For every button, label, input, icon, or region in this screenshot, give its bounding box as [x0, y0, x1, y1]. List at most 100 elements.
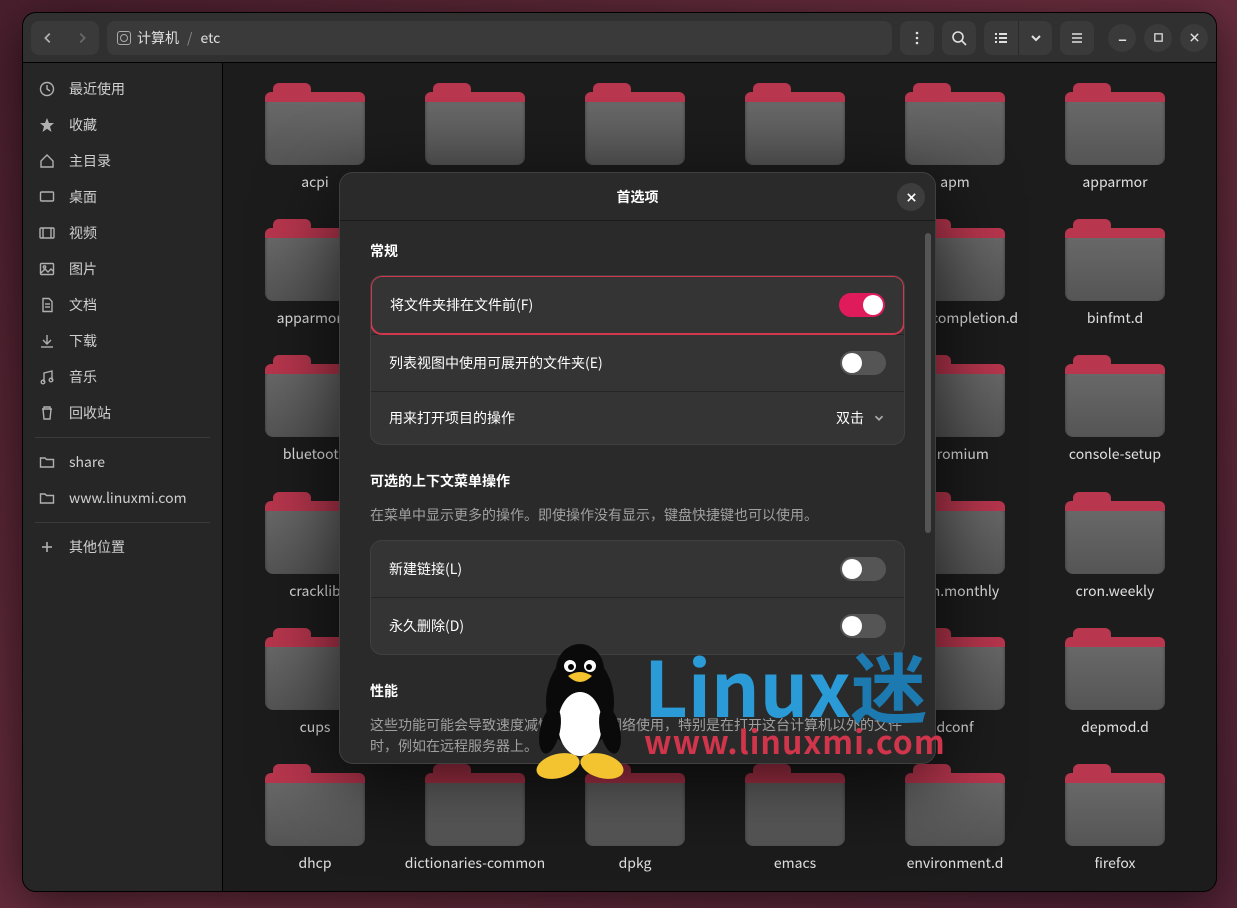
pref-create-link[interactable]: 新建链接(L)	[371, 541, 904, 597]
folder-item[interactable]: firefox	[1039, 764, 1191, 872]
pref-label: 新建链接(L)	[389, 559, 462, 579]
folder-label: environment.d	[907, 854, 1004, 872]
pref-group-general: 将文件夹排在文件前(F) 列表视图中使用可展开的文件夹(E) 用来打开项目的操作…	[370, 275, 905, 445]
folder-item[interactable]: cron.weekly	[1039, 492, 1191, 600]
minimize-button[interactable]	[1108, 24, 1136, 52]
section-title-context: 可选的上下文菜单操作	[370, 471, 905, 491]
folder-label: bluetooth	[283, 445, 347, 463]
close-button[interactable]	[897, 183, 925, 211]
pref-label: 用来打开项目的操作	[389, 408, 515, 428]
pref-open-action[interactable]: 用来打开项目的操作 双击	[371, 391, 904, 444]
folder-icon	[745, 764, 845, 846]
sidebar-item-label: 桌面	[69, 187, 97, 207]
folder-label: dpkg	[619, 854, 652, 872]
maximize-button[interactable]	[1144, 24, 1172, 52]
folder-icon	[265, 83, 365, 165]
folder-item[interactable]: environment.d	[879, 764, 1031, 872]
folder-icon	[745, 83, 845, 165]
folder-item[interactable]: emacs	[719, 764, 871, 872]
section-title-performance: 性能	[370, 681, 905, 701]
sidebar-item-desktop[interactable]: 桌面	[27, 179, 218, 215]
folder-label: firefox	[1094, 854, 1135, 872]
sidebar-item-trash[interactable]: 回收站	[27, 395, 218, 431]
search-button[interactable]	[942, 21, 976, 55]
folder-icon	[1065, 764, 1165, 846]
list-view-button[interactable]	[984, 21, 1018, 55]
close-button[interactable]	[1180, 24, 1208, 52]
back-button[interactable]	[31, 21, 65, 55]
toggle-switch[interactable]	[840, 351, 886, 375]
separator	[35, 437, 210, 438]
folder-item[interactable]: binfmt.d	[1039, 219, 1191, 327]
folder-item[interactable]: dpkg	[559, 764, 711, 872]
folder-label: dhcp	[299, 854, 332, 872]
sidebar-item-label: 回收站	[69, 403, 111, 423]
sidebar-item-music[interactable]: 音乐	[27, 359, 218, 395]
forward-button[interactable]	[65, 21, 99, 55]
pref-label: 将文件夹排在文件前(F)	[390, 295, 533, 315]
pref-sort-folders-first[interactable]: 将文件夹排在文件前(F)	[370, 275, 905, 335]
modal-header: 首选项	[340, 173, 935, 221]
folder-label: cron.weekly	[1076, 582, 1155, 600]
toggle-switch[interactable]	[840, 557, 886, 581]
folder-label: cups	[300, 718, 331, 736]
sidebar-item-home[interactable]: 主目录	[27, 143, 218, 179]
titlebar: 计算机 / etc	[23, 13, 1216, 63]
sidebar-item-other-locations[interactable]: 其他位置	[27, 529, 218, 565]
sidebar: 最近使用 收藏 主目录 桌面 视频 图片	[23, 63, 223, 891]
sidebar-item-label: 图片	[69, 259, 97, 279]
sidebar-item-downloads[interactable]: 下载	[27, 323, 218, 359]
sidebar-item-recent[interactable]: 最近使用	[27, 71, 218, 107]
pref-label: 列表视图中使用可展开的文件夹(E)	[389, 353, 603, 373]
scrollbar[interactable]	[925, 233, 931, 533]
sidebar-item-label: 文档	[69, 295, 97, 315]
sidebar-item-documents[interactable]: 文档	[27, 287, 218, 323]
location-bar[interactable]: 计算机 / etc	[107, 21, 892, 55]
folder-icon	[39, 454, 55, 470]
folder-item[interactable]: console-setup	[1039, 355, 1191, 463]
plus-icon	[39, 539, 55, 555]
folder-icon	[425, 83, 525, 165]
location-segment: 计算机	[137, 28, 179, 48]
music-icon	[39, 369, 55, 385]
modal-title: 首选项	[617, 187, 659, 207]
sidebar-item-label: 最近使用	[69, 79, 125, 99]
sidebar-item-pictures[interactable]: 图片	[27, 251, 218, 287]
sidebar-item-share[interactable]: share	[27, 444, 218, 480]
sidebar-item-label: 其他位置	[69, 537, 125, 557]
sidebar-item-videos[interactable]: 视频	[27, 215, 218, 251]
pref-delete-permanently[interactable]: 永久删除(D)	[371, 597, 904, 654]
clock-icon	[39, 81, 55, 97]
star-icon	[39, 117, 55, 133]
folder-item[interactable]: dictionaries-common	[399, 764, 551, 872]
sidebar-item-label: www.linuxmi.com	[69, 488, 187, 508]
toggle-switch[interactable]	[839, 293, 885, 317]
sidebar-item-label: share	[69, 452, 105, 472]
folder-icon	[585, 83, 685, 165]
folder-item[interactable]: depmod.d	[1039, 628, 1191, 736]
kebab-menu-button[interactable]	[900, 21, 934, 55]
folder-icon	[905, 764, 1005, 846]
folder-item[interactable]: dhcp	[239, 764, 391, 872]
section-desc-context: 在菜单中显示更多的操作。即使操作没有显示，键盘快捷键也可以使用。	[370, 505, 905, 526]
toggle-switch[interactable]	[840, 614, 886, 638]
folder-label: dictionaries-common	[405, 854, 545, 872]
download-icon	[39, 333, 55, 349]
sidebar-item-label: 主目录	[69, 151, 111, 171]
pref-value-dropdown[interactable]: 双击	[836, 408, 886, 428]
folder-icon	[1065, 492, 1165, 574]
view-options-button[interactable]	[1018, 21, 1052, 55]
pref-value-text: 双击	[836, 408, 864, 428]
location-separator: /	[187, 28, 193, 48]
folder-icon	[1065, 355, 1165, 437]
hamburger-menu-button[interactable]	[1060, 21, 1094, 55]
folder-item[interactable]: apparmor	[1039, 83, 1191, 191]
folder-icon	[1065, 628, 1165, 710]
close-icon	[906, 192, 917, 203]
pref-expandable-folders[interactable]: 列表视图中使用可展开的文件夹(E)	[371, 334, 904, 391]
folder-label: cracklib	[289, 582, 340, 600]
section-desc-performance: 这些功能可能会导致速度减慢和过多的网络使用，特别是在打开这台计算机以外的文件时，…	[370, 715, 905, 757]
folder-icon	[265, 764, 365, 846]
sidebar-item-starred[interactable]: 收藏	[27, 107, 218, 143]
sidebar-item-linuxmi[interactable]: www.linuxmi.com	[27, 480, 218, 516]
